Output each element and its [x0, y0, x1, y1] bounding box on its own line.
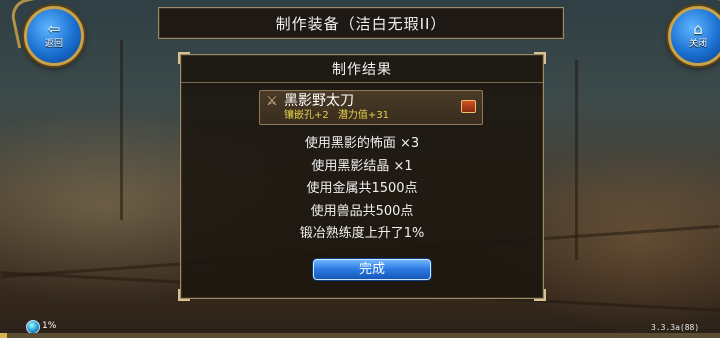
result-line: 使用金属共1500点 [306, 181, 418, 196]
result-line: 使用兽品共500点 [310, 203, 414, 219]
crafted-item-slot[interactable]: ⚔ 黑影野太刀 镶嵌孔+2 潜力值+31 [259, 90, 483, 125]
result-line: 锻冶熟练度上升了1% [299, 226, 425, 241]
back-button[interactable]: ⇦ 返回 [24, 6, 84, 66]
confirm-button[interactable]: 完成 [313, 259, 431, 280]
sword-icon: ⚔ [266, 94, 278, 109]
back-button-label: 返回 [44, 39, 63, 49]
result-panel: 制作结果 ⚔ 黑影野太刀 镶嵌孔+2 潜力值+31 使用黑影的怖面 ×3 使用黑… [178, 52, 546, 301]
exp-bar-fill [0, 333, 8, 338]
result-line: 使用黑影的怖面 ×3 [304, 136, 420, 151]
exp-percent: 1% [42, 321, 57, 331]
panel-header: 制作结果 [181, 55, 543, 83]
item-stat-sockets: 镶嵌孔+2 [284, 110, 329, 121]
exp-bar [0, 333, 720, 338]
network-status-icon [26, 320, 40, 334]
home-icon: ⌂ [693, 20, 703, 38]
window-title: 制作装备（洁白无瑕II） [158, 7, 564, 39]
item-stat-potential: 潜力值+31 [337, 110, 390, 121]
back-arrow-icon: ⇦ [47, 20, 61, 38]
close-button-label: 关闭 [688, 39, 707, 49]
item-stats: 镶嵌孔+2 潜力值+31 [284, 110, 389, 122]
result-line: 使用黑影结晶 ×1 [311, 158, 413, 174]
chest-icon [461, 100, 476, 113]
item-name: 黑影野太刀 [284, 93, 354, 109]
panel-corner-ornament [178, 289, 190, 301]
close-button[interactable]: ⌂ 关闭 [668, 6, 720, 66]
version-label: 3.3.3a(88) [651, 323, 700, 332]
panel-corner-ornament [534, 289, 546, 301]
result-list: 使用黑影的怖面 ×3 使用黑影结晶 ×1 使用金属共1500点 使用兽品共500… [181, 133, 543, 246]
